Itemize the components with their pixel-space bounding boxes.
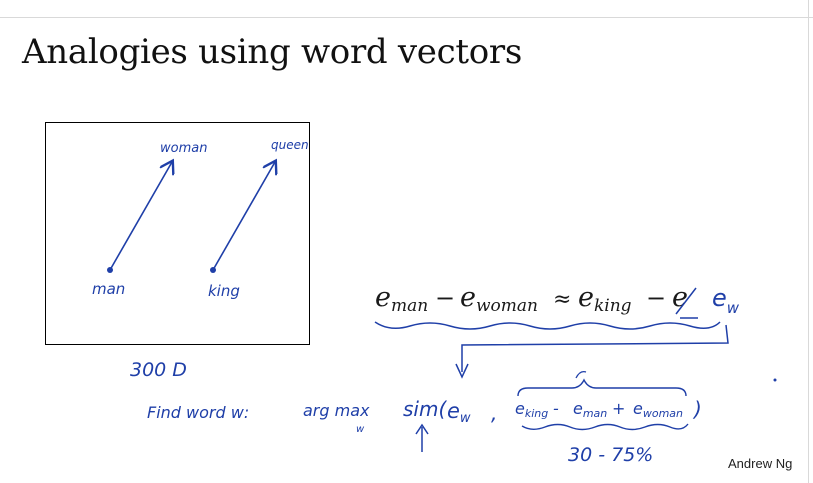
king-queen-arrow [212, 162, 275, 271]
eq-approx: ≈ [553, 287, 571, 312]
equation-wavy-underline [374, 321, 721, 330]
sim-ew: ew [447, 399, 471, 426]
man-woman-arrow [109, 162, 172, 271]
sim-dash: - [553, 399, 559, 418]
eq-minus-1: − [435, 284, 455, 312]
author-credit: Andrew Ng [728, 456, 793, 471]
label-queen: queen [271, 138, 309, 152]
handwritten-annotations: man woman king queen 300 D eman − ewoman… [92, 138, 777, 466]
overbrace-mark [575, 370, 587, 379]
sim-comma: , [491, 401, 497, 425]
sim-ewoman: ewoman [633, 399, 683, 420]
slide: Analogies using word vectors man woman k… [0, 0, 813, 483]
dimension-note: 300 D [130, 359, 187, 381]
sim-eking: eking [515, 399, 548, 420]
stray-dot [773, 378, 777, 382]
sim-label: sim( [403, 397, 447, 421]
routing-line [461, 324, 729, 372]
argmax-subscript: w [356, 424, 365, 435]
eq-minus-2: − [646, 284, 666, 312]
sim-close: ) [692, 397, 702, 421]
label-woman: woman [160, 141, 207, 156]
eq-e-woman: ewoman [460, 282, 538, 316]
eq-e-man: eman [375, 282, 428, 316]
accuracy-note: 30 - 75% [568, 444, 653, 466]
label-man: man [92, 280, 125, 298]
label-king: king [208, 282, 240, 300]
eq-handwritten-ew: ew [712, 284, 740, 317]
sim-plus: + [612, 399, 625, 418]
sim-wavy-underline [521, 423, 689, 431]
sim-eman: eman [573, 399, 607, 420]
eq-e-king: eking [578, 282, 632, 316]
overbrace [517, 378, 687, 397]
argmax-label: arg max [303, 401, 370, 420]
find-word-label: Find word w: [147, 403, 249, 422]
